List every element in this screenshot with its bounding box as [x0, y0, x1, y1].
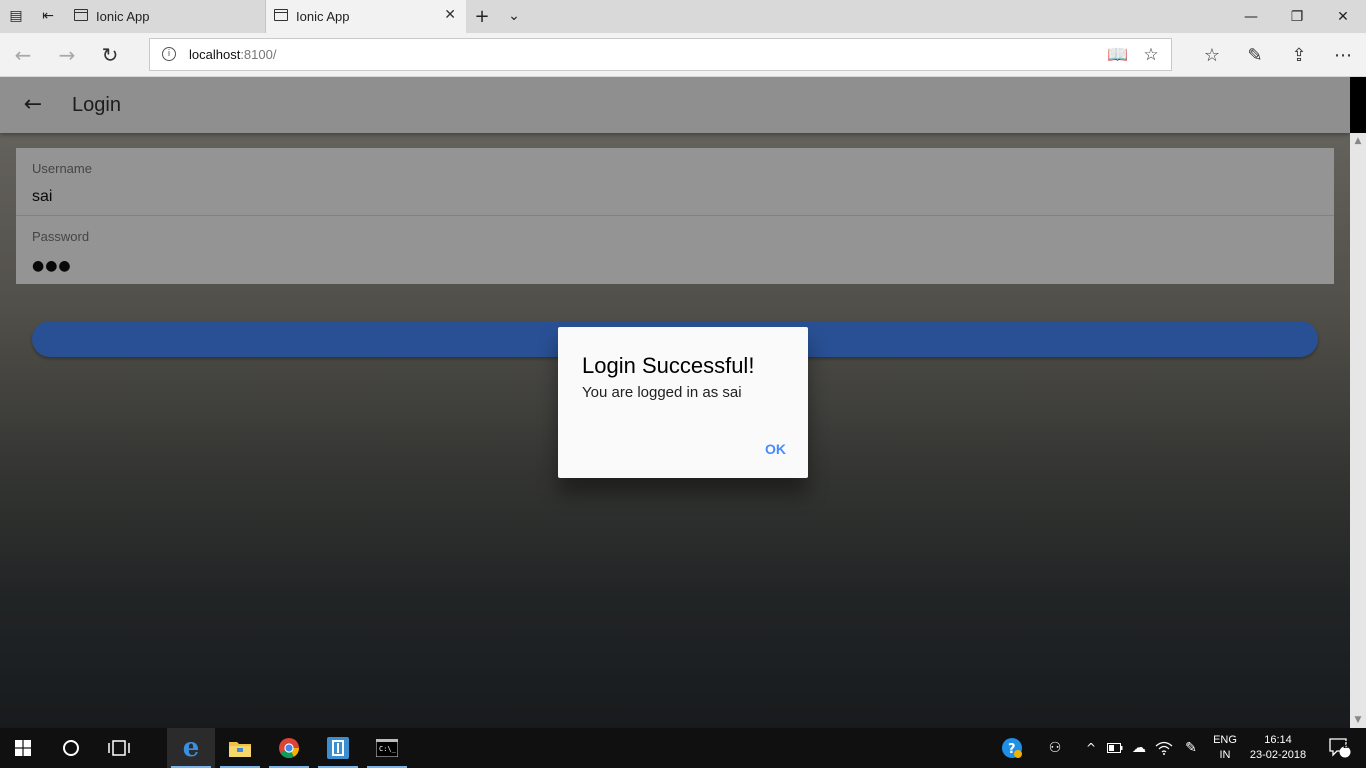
page-scrollbar[interactable]: ▲ ▼: [1350, 133, 1366, 728]
clock-time: 16:14: [1264, 734, 1292, 746]
windows-taskbar: e C:\_ ? ⚇ ^ ☁ ✎ ENG IN 16:14 23-02-2018…: [0, 728, 1366, 768]
notification-count: 2: [1342, 740, 1350, 751]
restore-button[interactable]: ❐: [1274, 0, 1320, 33]
battery-icon[interactable]: [1104, 728, 1126, 768]
share-icon[interactable]: ⇪: [1284, 41, 1314, 69]
action-center-icon[interactable]: 2: [1320, 728, 1360, 768]
info-icon[interactable]: i: [162, 47, 176, 61]
alert-message: You are logged in as sai: [582, 384, 742, 401]
chrome-icon[interactable]: [265, 728, 313, 768]
alert-title: Login Successful!: [582, 353, 755, 378]
edge-browser-icon[interactable]: e: [167, 728, 215, 768]
tab-preview-chevron-icon[interactable]: ⌄: [502, 4, 526, 28]
back-icon[interactable]: ←: [8, 41, 38, 69]
onedrive-cloud-icon[interactable]: ☁: [1128, 728, 1150, 768]
forward-icon[interactable]: →: [52, 41, 82, 69]
tab-title: Ionic App: [96, 9, 150, 24]
alert-dialog: Login Successful! You are logged in as s…: [558, 327, 808, 478]
ok-button[interactable]: OK: [765, 441, 786, 457]
show-hidden-icons-chevron-icon[interactable]: ^: [1080, 728, 1102, 768]
help-tips-icon[interactable]: ?: [998, 728, 1026, 768]
pen-workspace-icon[interactable]: ✎: [1180, 728, 1202, 768]
reading-view-icon[interactable]: 📖: [1107, 44, 1129, 66]
file-explorer-icon[interactable]: [216, 728, 264, 768]
url-text[interactable]: localhost:8100/: [189, 47, 276, 62]
input-language-indicator[interactable]: ENG IN: [1210, 733, 1240, 763]
browser-tab-bar: ▤ ⇤ Ionic App Ionic App ✕ + ⌄ — ❐ ✕: [0, 0, 1366, 33]
minimize-button[interactable]: —: [1228, 0, 1274, 33]
start-windows-icon[interactable]: [0, 728, 46, 768]
tab-title: Ionic App: [296, 9, 350, 24]
web-note-pen-icon[interactable]: ✎: [1240, 41, 1270, 69]
favorites-hub-icon[interactable]: ☆: [1197, 41, 1227, 69]
favorite-star-icon[interactable]: ☆: [1140, 44, 1162, 66]
set-aside-tabs-icon[interactable]: ⇤: [36, 4, 60, 28]
command-prompt-icon[interactable]: C:\_: [363, 728, 411, 768]
web-page: ← Login Username sai Password ●●● Login …: [0, 77, 1350, 728]
tab-manager-icon[interactable]: ▤: [4, 4, 28, 28]
new-tab-icon[interactable]: +: [470, 4, 494, 28]
page-favicon-icon: [74, 9, 88, 21]
scroll-down-icon[interactable]: ▼: [1353, 715, 1363, 725]
refresh-icon[interactable]: ↻: [95, 41, 125, 69]
address-bar[interactable]: i localhost:8100/ 📖 ☆: [149, 38, 1172, 71]
close-tab-icon[interactable]: ✕: [444, 7, 456, 23]
task-view-icon[interactable]: [96, 728, 142, 768]
people-icon[interactable]: ⚇: [1042, 728, 1068, 768]
clock-date: 23-02-2018: [1249, 749, 1307, 761]
search-cortana-icon[interactable]: [48, 728, 94, 768]
more-menu-icon[interactable]: ⋯: [1328, 41, 1358, 69]
tab-active[interactable]: Ionic App ✕: [266, 0, 466, 33]
wifi-icon[interactable]: [1152, 728, 1176, 768]
close-window-button[interactable]: ✕: [1320, 0, 1366, 33]
scroll-up-icon[interactable]: ▲: [1353, 136, 1363, 146]
page-favicon-icon: [274, 9, 288, 21]
browser-toolbar: ← → ↻ i localhost:8100/ 📖 ☆ ☆ ✎ ⇪ ⋯: [0, 33, 1366, 77]
tab-inactive[interactable]: Ionic App: [66, 0, 266, 33]
clock[interactable]: 16:14 23-02-2018: [1244, 733, 1312, 763]
svg-text:C:\_: C:\_: [379, 745, 397, 753]
app-bracket-icon[interactable]: [314, 728, 362, 768]
